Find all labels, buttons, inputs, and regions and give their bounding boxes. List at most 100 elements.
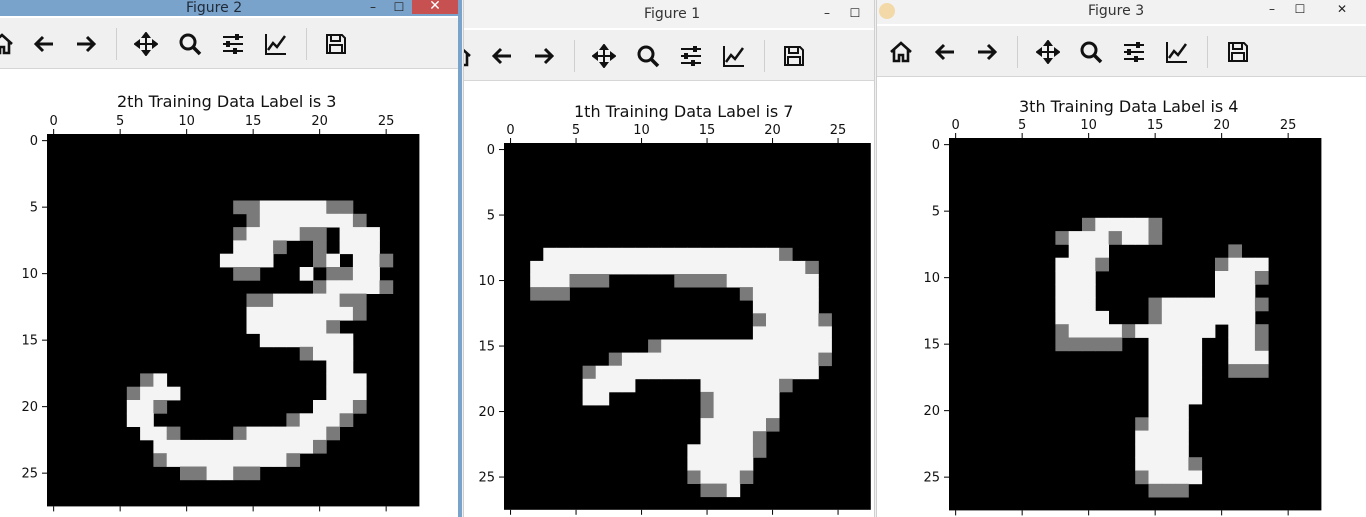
figure-3-titlebar[interactable]: Figure 3 – ☐ ✕ [877, 0, 1366, 24]
pixel [1175, 337, 1189, 352]
figure-1-window: Figure 1 – ☐ 1th Training Data Label is … [463, 0, 875, 517]
pixel [259, 227, 274, 241]
configure-subplots-button[interactable] [1120, 38, 1148, 66]
pixel [299, 413, 314, 427]
pixel [1228, 324, 1242, 338]
configure-subplots-button[interactable] [677, 42, 705, 70]
pixel [1175, 390, 1189, 405]
figure-1-titlebar[interactable]: Figure 1 – ☐ [464, 0, 874, 28]
pixel [739, 260, 754, 275]
pixel [569, 247, 583, 262]
save-button[interactable] [322, 30, 350, 58]
pixel [326, 386, 340, 401]
digit-image-axes[interactable]: 0 5 10 15 20 25 0 5 10 15 20 25 [464, 115, 874, 517]
pixel [1135, 217, 1149, 232]
pixel [1161, 443, 1176, 458]
save-button[interactable] [1224, 38, 1252, 66]
minimize-button[interactable]: – [816, 2, 838, 26]
pixel [1148, 390, 1163, 405]
pixel [1254, 364, 1269, 378]
pixel [1148, 404, 1163, 418]
pixel [1108, 324, 1123, 338]
pixel [1055, 297, 1070, 312]
minimize-button[interactable]: – [362, 0, 384, 16]
back-button[interactable] [488, 42, 516, 70]
pixel [766, 247, 780, 262]
pixel [326, 280, 340, 294]
figure-2-titlebar[interactable]: Figure 2 – ☐ ✕ [0, 0, 458, 16]
pixel [233, 439, 247, 454]
zoom-button[interactable] [1077, 38, 1105, 66]
pixel [339, 240, 354, 255]
pixel [379, 253, 394, 268]
pixel [1082, 324, 1096, 338]
pixel [273, 453, 287, 467]
forward-button[interactable] [973, 38, 1001, 66]
pixel [1161, 417, 1176, 431]
pixel [700, 339, 714, 353]
pixel [752, 444, 767, 458]
pixel [792, 300, 806, 314]
pixel [726, 431, 741, 445]
pixel [286, 213, 301, 228]
pixel [206, 439, 221, 454]
pixel [326, 373, 340, 388]
home-button[interactable] [887, 38, 915, 66]
pixel [366, 267, 380, 281]
back-button[interactable] [30, 30, 58, 58]
figure-3-window: Figure 3 – ☐ ✕ 3th Training Data Label i… [876, 0, 1366, 517]
pixel [273, 333, 287, 348]
home-button[interactable] [0, 30, 16, 58]
zoom-button[interactable] [176, 30, 204, 58]
pixel [313, 280, 327, 294]
pixel [621, 378, 636, 393]
zoom-icon [637, 45, 660, 68]
pixel [766, 313, 780, 327]
pixel [379, 280, 394, 294]
pan-button[interactable] [590, 42, 618, 70]
zoom-button[interactable] [634, 42, 662, 70]
pixel [752, 378, 767, 393]
pixel [1161, 350, 1176, 365]
pixel [805, 300, 819, 314]
forward-button[interactable] [72, 30, 100, 58]
pixel [1215, 297, 1229, 312]
pixel [752, 431, 767, 445]
forward-button[interactable] [530, 42, 558, 70]
home-icon [0, 33, 13, 55]
pixel [1228, 271, 1242, 285]
y-tick-label: 0 [30, 134, 38, 149]
pixel [700, 470, 714, 484]
pixel [805, 287, 819, 301]
pixel [543, 260, 557, 275]
minimize-button[interactable]: – [1261, 0, 1283, 22]
pixel [299, 320, 314, 334]
home-button[interactable] [464, 42, 474, 70]
pixel [366, 240, 380, 255]
edit-axis-button[interactable] [1163, 38, 1191, 66]
edit-axis-button[interactable] [720, 42, 748, 70]
x-tick-label: 10 [633, 123, 650, 138]
pan-button[interactable] [1034, 38, 1062, 66]
digit-image-axes[interactable]: 0 5 10 15 20 25 0 5 10 15 20 25 [877, 109, 1366, 517]
y-tick-label: 15 [21, 334, 38, 349]
back-button[interactable] [931, 38, 959, 66]
maximize-button[interactable]: ☐ [844, 2, 866, 26]
pixel [246, 453, 261, 467]
pixel [1068, 231, 1083, 245]
pan-button[interactable] [132, 30, 160, 58]
maximize-button[interactable]: ☐ [1289, 0, 1311, 22]
pixel [339, 346, 354, 361]
pixel [153, 439, 168, 454]
digit-image-axes[interactable]: 0 5 10 15 20 25 0 5 10 15 20 25 [0, 104, 458, 517]
edit-axis-button[interactable] [262, 30, 290, 58]
close-button[interactable]: ✕ [1331, 0, 1353, 22]
configure-subplots-button[interactable] [219, 30, 247, 58]
pixel [273, 439, 287, 454]
pixel [313, 346, 327, 361]
close-button[interactable]: ✕ [412, 0, 458, 14]
maximize-button[interactable]: ☐ [388, 0, 410, 16]
save-button[interactable] [780, 42, 808, 70]
pixel [299, 267, 314, 281]
pixel [726, 274, 741, 288]
